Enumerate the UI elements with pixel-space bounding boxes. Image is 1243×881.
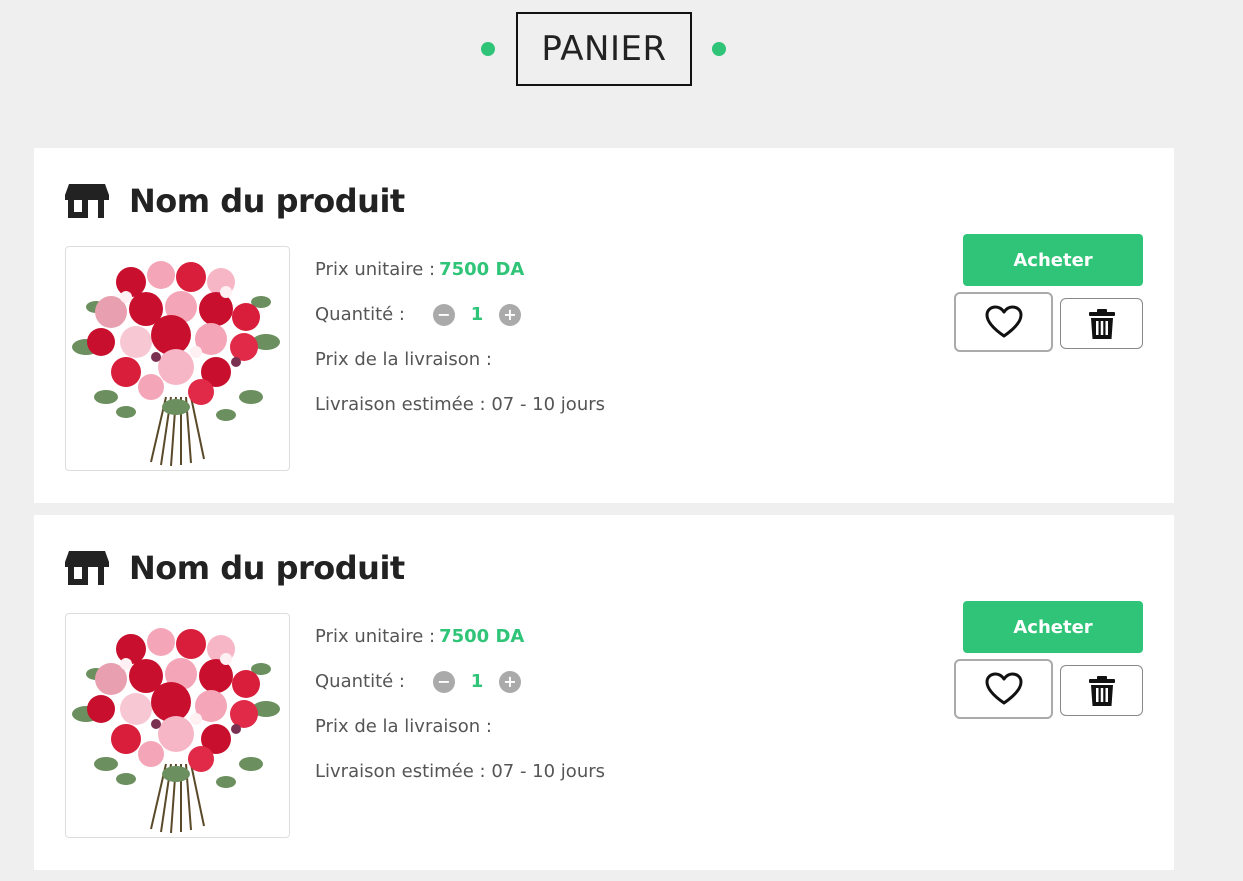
- page-title: PANIER: [516, 12, 692, 86]
- buy-button[interactable]: Acheter: [963, 601, 1143, 653]
- plus-icon[interactable]: +: [499, 304, 521, 326]
- cart-item: Nom du produit Prix unitaire: 7500 DA Q…: [34, 148, 1174, 503]
- product-name[interactable]: Nom du produit: [129, 549, 405, 587]
- decorative-dot-right: [712, 42, 726, 56]
- minus-icon[interactable]: −: [433, 304, 455, 326]
- trash-icon: [1088, 308, 1115, 339]
- delivery-price-row: Prix de la livraison :: [315, 712, 605, 757]
- favorite-button[interactable]: [954, 292, 1053, 352]
- estimated-delivery-label: Livraison estimée : 07 - 10 jours: [315, 761, 606, 782]
- decorative-dot-left: [481, 42, 495, 56]
- quantity-row: Quantité : − 1 +: [315, 300, 605, 345]
- store-icon: [65, 184, 109, 218]
- quantity-value: 1: [470, 304, 484, 325]
- heart-icon: [985, 305, 1022, 338]
- trash-icon: [1088, 675, 1115, 706]
- cart-item-header: Nom du produit: [65, 181, 405, 221]
- delete-button[interactable]: [1060, 665, 1143, 716]
- quantity-value: 1: [470, 671, 484, 692]
- minus-icon[interactable]: −: [433, 671, 455, 693]
- delivery-price-label: Prix de la livraison :: [315, 349, 492, 370]
- product-name[interactable]: Nom du produit: [129, 182, 405, 220]
- product-image[interactable]: [65, 246, 290, 471]
- page-header: PANIER: [0, 12, 1243, 86]
- quantity-label: Quantité :: [315, 304, 405, 325]
- delivery-price-label: Prix de la livraison :: [315, 716, 492, 737]
- delivery-price-row: Prix de la livraison :: [315, 345, 605, 390]
- unit-price-value: 7500 DA: [439, 626, 525, 647]
- estimated-delivery-row: Livraison estimée : 07 - 10 jours: [315, 757, 605, 802]
- estimated-delivery-label: Livraison estimée : 07 - 10 jours: [315, 394, 606, 415]
- buy-button[interactable]: Acheter: [963, 234, 1143, 286]
- cart-item: Nom du produit Prix unitaire: 7500 DA Q…: [34, 515, 1174, 870]
- unit-price-row: Prix unitaire : 7500 DA: [315, 255, 605, 300]
- product-info: Prix unitaire : 7500 DA Quantité : − 1 +…: [315, 622, 605, 802]
- favorite-button[interactable]: [954, 659, 1053, 719]
- unit-price-label: Prix unitaire :: [315, 259, 436, 280]
- store-icon: [65, 551, 109, 585]
- estimated-delivery-row: Livraison estimée : 07 - 10 jours: [315, 390, 605, 435]
- unit-price-value: 7500 DA: [439, 259, 525, 280]
- heart-icon: [985, 672, 1022, 705]
- unit-price-row: Prix unitaire : 7500 DA: [315, 622, 605, 667]
- product-image[interactable]: [65, 613, 290, 838]
- delete-button[interactable]: [1060, 298, 1143, 349]
- product-info: Prix unitaire : 7500 DA Quantité : − 1 +…: [315, 255, 605, 435]
- cart-item-header: Nom du produit: [65, 548, 405, 588]
- quantity-row: Quantité : − 1 +: [315, 667, 605, 712]
- quantity-label: Quantité :: [315, 671, 405, 692]
- plus-icon[interactable]: +: [499, 671, 521, 693]
- unit-price-label: Prix unitaire :: [315, 626, 436, 647]
